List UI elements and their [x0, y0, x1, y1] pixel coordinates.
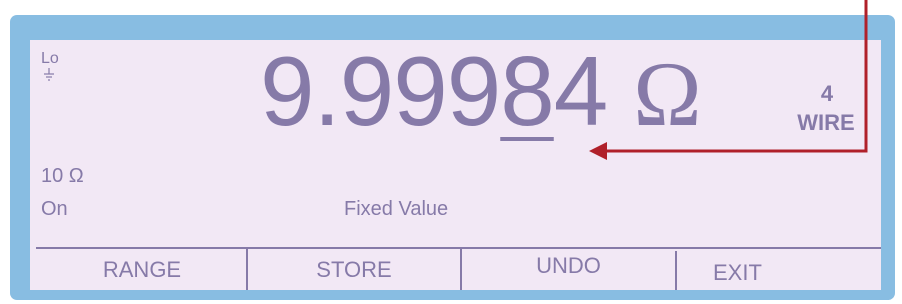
reading-unit: Ω — [633, 43, 701, 145]
ground-icon — [44, 68, 54, 81]
wire-count: 4 — [820, 81, 834, 106]
mode-indicator: Fixed Value — [344, 198, 449, 220]
reading-active-digit: 8 — [500, 36, 555, 146]
range-indicator: 10 Ω — [41, 165, 84, 187]
reading-integer-part: 9.999 — [260, 36, 501, 146]
main-reading: 9.99984 Ω — [260, 42, 702, 140]
reading-trailing-digits: 4 — [553, 36, 609, 146]
input-level-indicator: Lo — [41, 50, 59, 67]
softkey-range[interactable]: RANGE — [38, 253, 246, 287]
softkey-undo[interactable]: UNDO — [462, 249, 675, 283]
softkey-store[interactable]: STORE — [248, 253, 460, 287]
wire-label: WIRE — [797, 110, 855, 135]
softkey-divider — [36, 247, 881, 249]
output-state: On — [41, 198, 68, 220]
softkey-exit[interactable]: EXIT — [677, 256, 835, 290]
